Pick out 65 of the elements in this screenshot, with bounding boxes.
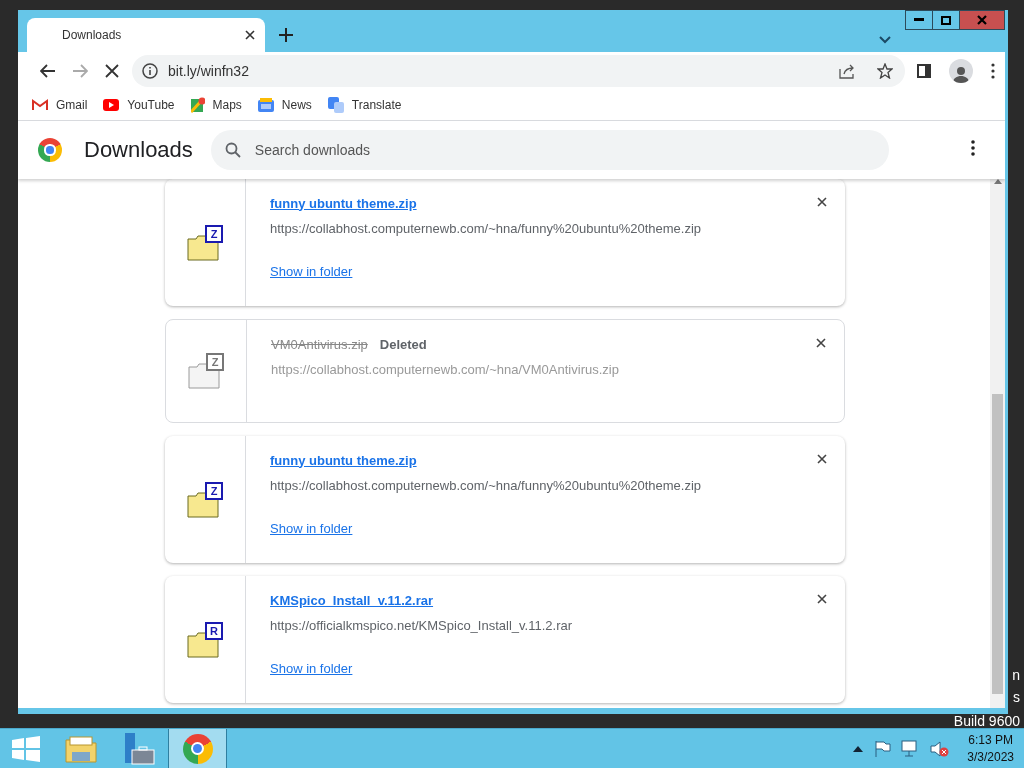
- show-in-folder-link[interactable]: Show in folder: [270, 521, 353, 536]
- bookmark-link[interactable]: Gmail: [32, 98, 88, 112]
- side-panel-icon: [917, 64, 931, 78]
- file-name-link[interactable]: KMSpico_Install_v.11.2.rar: [270, 592, 434, 608]
- chrome-logo-icon: [182, 733, 213, 764]
- flag-icon: [873, 739, 892, 758]
- server-toolbox-icon: [122, 731, 156, 766]
- network-icon: [901, 739, 920, 758]
- download-status: Deleted: [379, 336, 427, 352]
- bookmark-link[interactable]: Translate: [327, 97, 402, 113]
- desktop-text: n: [1012, 668, 1020, 682]
- show-in-folder-link[interactable]: Show in folder: [270, 264, 353, 279]
- maximize-icon: [941, 15, 951, 25]
- stop-icon: [105, 64, 119, 78]
- close-window-button[interactable]: [959, 10, 1005, 30]
- star-icon: [877, 63, 893, 79]
- newspaper-icon: [257, 98, 274, 112]
- show-in-folder-link[interactable]: Show in folder: [270, 661, 353, 676]
- play-icon: [103, 99, 120, 111]
- address-bar[interactable]: bit.ly/winfn32: [132, 55, 905, 87]
- download-url: https://collabhost.computernewb.com/~hna/VM0Antivirus.zip: [271, 361, 619, 379]
- folder-icon: [64, 733, 98, 764]
- muted-speaker-icon: [929, 739, 950, 758]
- back-arrow-icon: [40, 64, 56, 78]
- plus-icon: [279, 28, 293, 42]
- remove-close-icon[interactable]: [816, 338, 826, 348]
- bookmark-link[interactable]: Maps: [190, 97, 242, 113]
- info-icon: [142, 63, 158, 79]
- page-title: Downloads: [84, 137, 193, 163]
- scrollbar[interactable]: [990, 179, 1005, 708]
- scroll-up-icon: [993, 179, 1002, 184]
- translate-icon: [327, 97, 344, 113]
- browser-tab[interactable]: Downloads: [27, 18, 265, 52]
- file-name-link[interactable]: funny ubuntu theme.zip: [270, 452, 417, 468]
- remove-close-icon[interactable]: [817, 594, 827, 604]
- menu-icon: [971, 140, 975, 156]
- windows-logo-icon: [11, 735, 41, 762]
- minimize-icon: [914, 18, 924, 22]
- file-name: VM0Antivirus.zip: [271, 336, 368, 352]
- forward-arrow-icon: [72, 64, 88, 78]
- minimize-button[interactable]: [905, 10, 933, 30]
- clock-date: 3/3/2023: [967, 748, 1014, 766]
- mail-icon: [32, 99, 48, 111]
- share-icon: [839, 63, 855, 79]
- taskbar-app-button[interactable]: [168, 729, 227, 768]
- profile-avatar-icon[interactable]: [949, 59, 973, 83]
- desktop-text: s: [1013, 690, 1020, 704]
- chevron-up-icon: [853, 745, 864, 752]
- download-url: https://officialkmspico.net/KMSpico_Install_v.11.2.rar: [270, 617, 573, 635]
- close-icon: [977, 15, 987, 25]
- menu-icon: [991, 63, 995, 79]
- download-url: https://collabhost.computernewb.com/~hna/funny%20ubuntu%20theme.zip: [270, 477, 702, 495]
- bookmark-link[interactable]: News: [257, 98, 312, 112]
- remove-close-icon[interactable]: [817, 197, 827, 207]
- search-field[interactable]: Search downloads: [210, 130, 889, 170]
- clock-time: 6:13 PM: [968, 731, 1013, 749]
- chrome-logo-icon: [38, 138, 62, 162]
- close-icon: [245, 30, 255, 40]
- map-pin-icon: [190, 97, 205, 113]
- remove-close-icon[interactable]: [817, 454, 827, 464]
- file-name-link[interactable]: funny ubuntu theme.zip: [270, 195, 417, 211]
- chevron-down-icon: [879, 36, 891, 44]
- bookmark-link[interactable]: YouTube: [103, 98, 175, 112]
- desktop-text: Build 9600: [953, 714, 1020, 728]
- download-url: https://collabhost.computernewb.com/~hna/funny%20ubuntu%20theme.zip: [270, 220, 702, 238]
